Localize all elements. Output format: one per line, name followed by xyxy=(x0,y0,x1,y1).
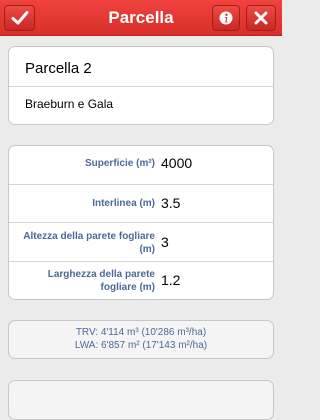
summary-lwa: LWA: 6'857 m² (17'143 m²/ha) xyxy=(74,340,208,351)
info-icon xyxy=(219,11,233,25)
field-label-line: (m) xyxy=(139,244,155,255)
navigation-bar: Parcella xyxy=(0,0,282,36)
field-row-larghezza-parete[interactable]: Larghezza della parete fogliare (m) 1.2 xyxy=(9,262,273,299)
summary-card: TRV: 4'114 m³ (10'286 m³/ha) LWA: 6'857 … xyxy=(8,320,274,359)
field-value-altezza-parete[interactable]: 3 xyxy=(161,234,169,250)
parcel-variety: Braeburn e Gala xyxy=(25,97,114,111)
summary-trv: TRV: 4'114 m³ (10'286 m³/ha) xyxy=(75,327,207,338)
close-button[interactable] xyxy=(246,5,276,31)
parcel-name-row[interactable]: Parcella 2 xyxy=(9,47,273,86)
field-label-superficie: Superficie (m²) xyxy=(84,158,155,169)
field-label-line: Larghezza della parete xyxy=(47,269,155,280)
field-label-interlinea: Interlinea (m) xyxy=(92,198,155,209)
info-button[interactable] xyxy=(212,5,240,31)
field-value-superficie[interactable]: 4000 xyxy=(161,155,192,171)
field-value-interlinea[interactable]: 3.5 xyxy=(161,195,180,211)
parcel-name: Parcella 2 xyxy=(25,60,92,77)
field-row-interlinea[interactable]: Interlinea (m) 3.5 xyxy=(9,185,273,222)
close-icon xyxy=(254,11,268,25)
field-row-altezza-parete[interactable]: Altezza della parete fogliare (m) 3 xyxy=(9,223,273,261)
bottom-card[interactable] xyxy=(8,380,274,420)
field-label-altezza-parete: Altezza della parete fogliare (m) xyxy=(9,230,155,256)
field-row-superficie[interactable]: Superficie (m²) 4000 xyxy=(9,146,273,184)
field-value-larghezza-parete[interactable]: 1.2 xyxy=(161,272,180,288)
parcel-measurements-card: Superficie (m²) 4000 Interlinea (m) 3.5 … xyxy=(8,145,274,300)
field-label-line: fogliare (m) xyxy=(100,282,155,293)
field-label-line: Altezza della parete fogliare xyxy=(23,231,155,242)
parcel-variety-row[interactable]: Braeburn e Gala xyxy=(9,87,273,124)
parcel-info-card: Parcella 2 Braeburn e Gala xyxy=(8,46,274,125)
field-label-larghezza-parete: Larghezza della parete fogliare (m) xyxy=(9,268,155,294)
